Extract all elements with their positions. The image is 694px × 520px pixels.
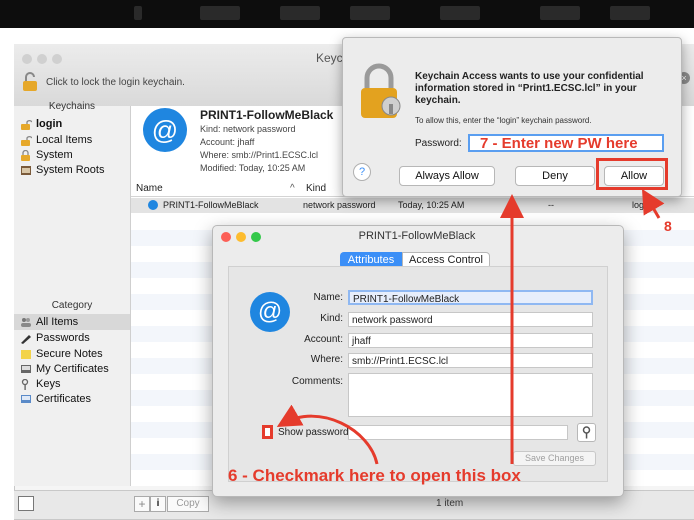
arrow-to-checkbox [276,404,379,465]
annotation-arrows [276,188,665,465]
arrow-to-allow-button [641,188,665,219]
